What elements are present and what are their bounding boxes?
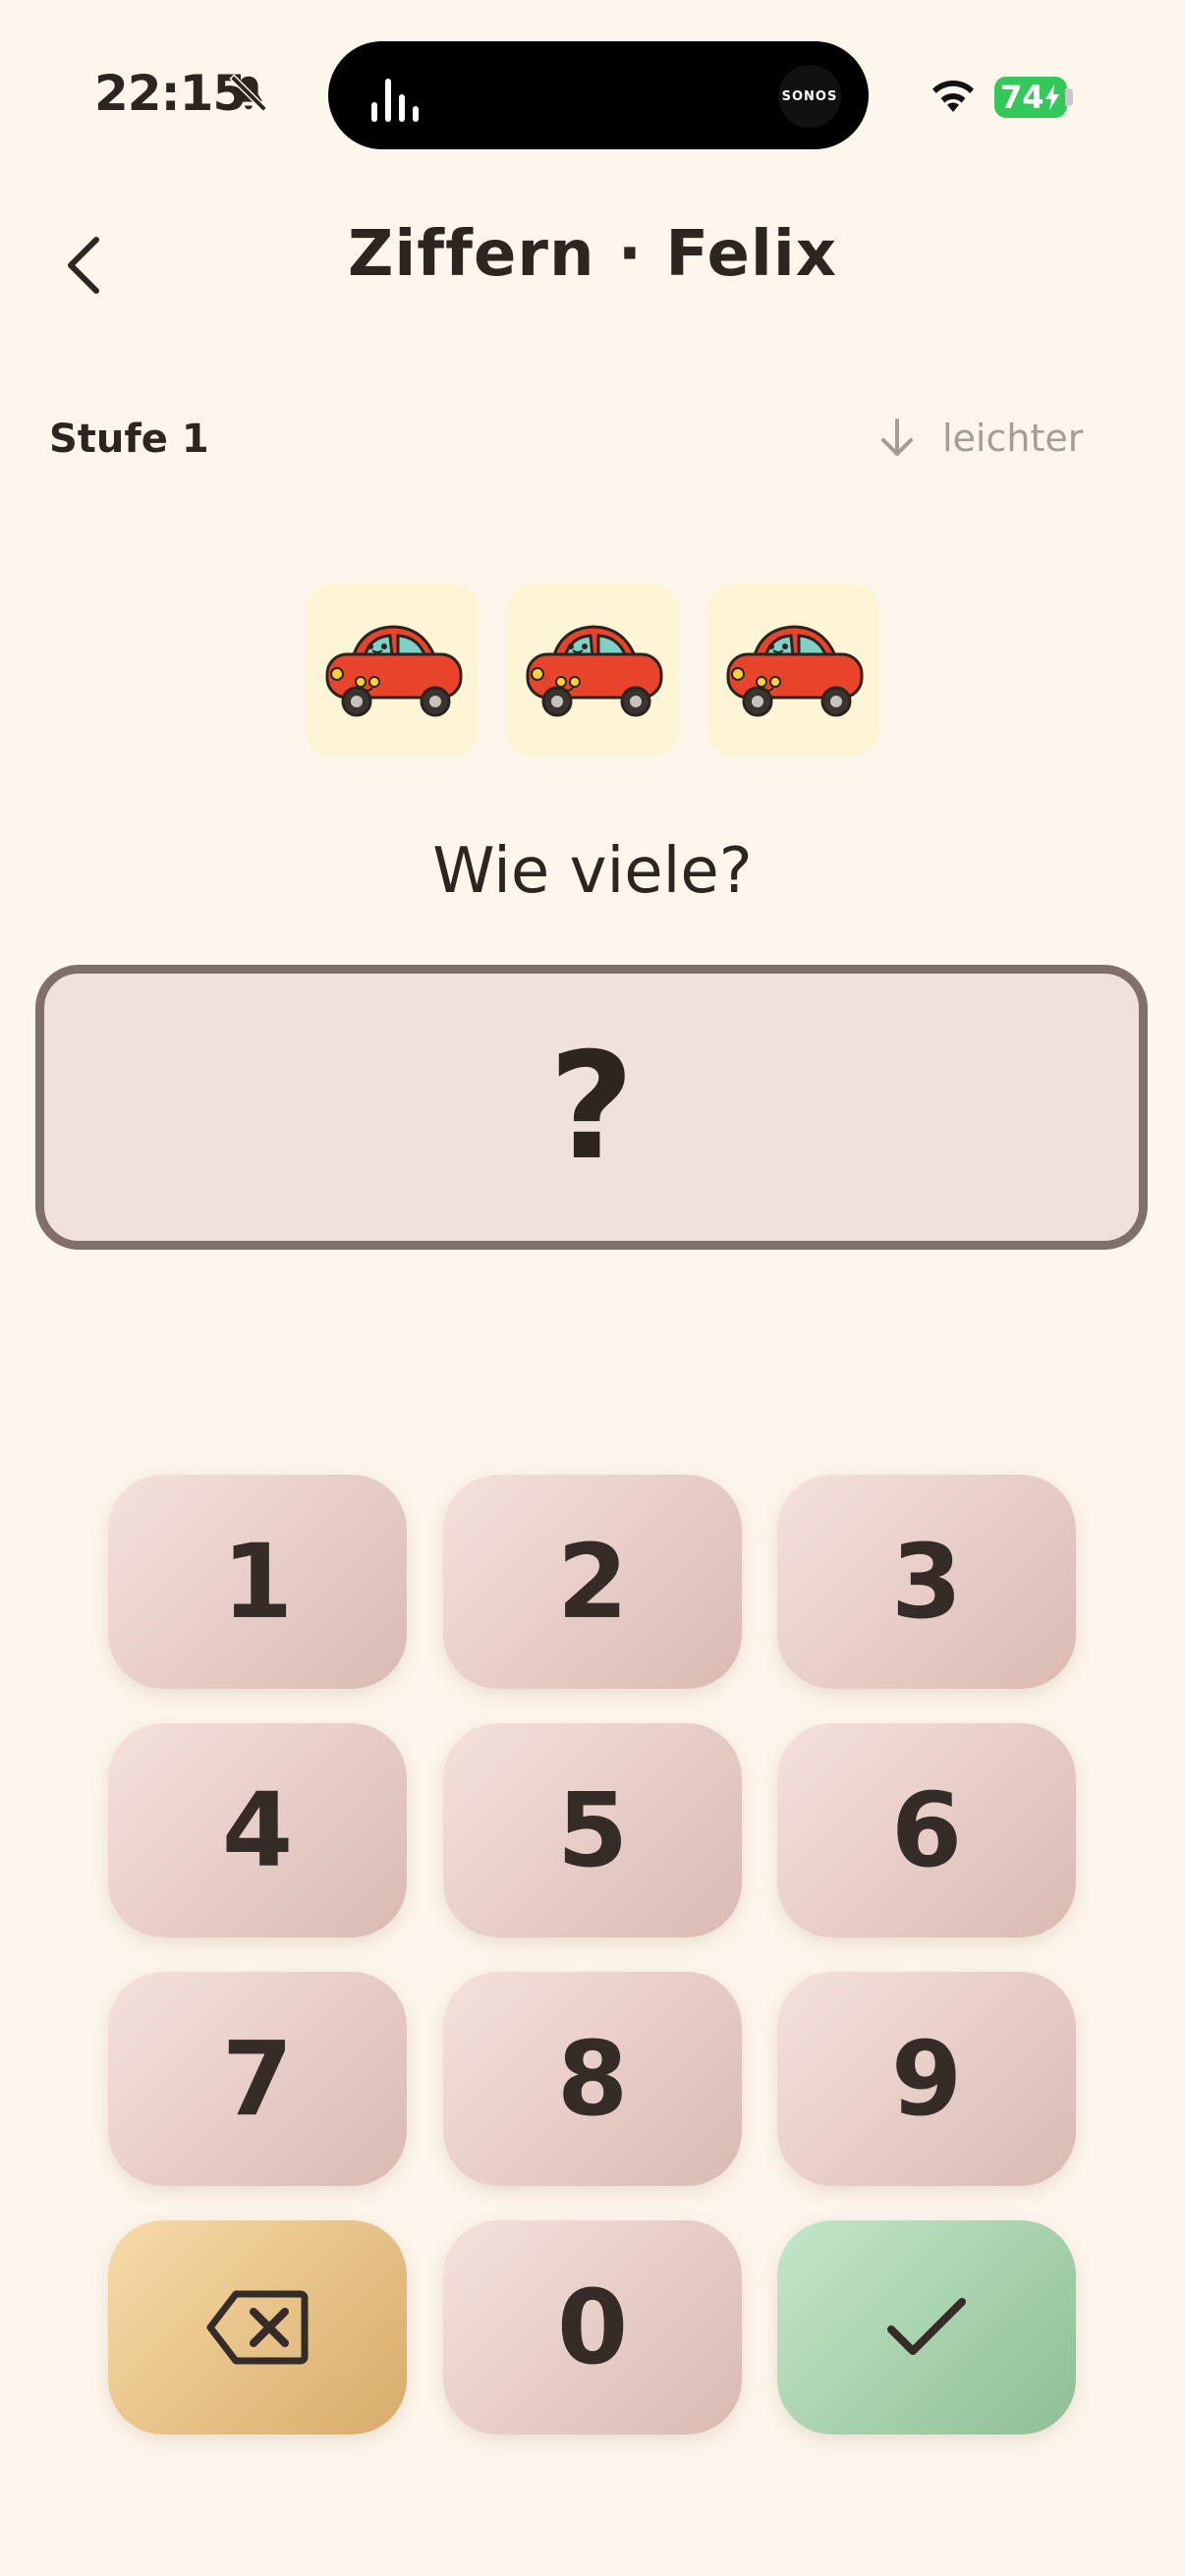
bell-muted-icon xyxy=(229,74,268,113)
level-label: Stufe 1 xyxy=(49,417,209,462)
key-2[interactable]: 2 xyxy=(443,1475,742,1689)
key-8[interactable]: 8 xyxy=(443,1972,742,2186)
counting-item-tile xyxy=(506,584,679,756)
question-prompt: Wie viele? xyxy=(432,835,753,908)
audio-bars-icon xyxy=(371,79,419,122)
answer-display: ? xyxy=(35,965,1148,1250)
battery-tip xyxy=(1065,88,1073,106)
key-5[interactable]: 5 xyxy=(443,1723,742,1937)
page-title: Ziffern · Felix xyxy=(347,218,838,291)
backspace-icon xyxy=(206,2290,309,2365)
car-icon xyxy=(726,625,864,717)
check-icon xyxy=(887,2298,966,2355)
battery-level: 74 xyxy=(1000,79,1044,116)
status-time: 22:15 xyxy=(94,65,247,122)
answer-value: ? xyxy=(548,1022,635,1193)
battery-indicator: 74 xyxy=(994,77,1067,118)
delete-button[interactable] xyxy=(108,2220,407,2435)
key-7[interactable]: 7 xyxy=(108,1972,407,2186)
arrow-down-icon xyxy=(881,419,913,456)
car-icon xyxy=(325,625,463,717)
charging-bolt-icon xyxy=(1044,84,1059,110)
key-1[interactable]: 1 xyxy=(108,1475,407,1689)
key-9[interactable]: 9 xyxy=(777,1972,1076,2186)
easier-label: leichter xyxy=(942,417,1084,460)
counting-item-tile xyxy=(306,584,479,756)
car-icon xyxy=(526,625,663,717)
dynamic-island[interactable]: SONOS xyxy=(328,41,869,149)
wifi-icon xyxy=(932,81,974,112)
sonos-logo: SONOS xyxy=(778,65,841,128)
easier-button[interactable]: leichter xyxy=(877,417,1083,460)
key-0[interactable]: 0 xyxy=(443,2220,742,2435)
key-3[interactable]: 3 xyxy=(777,1475,1076,1689)
key-6[interactable]: 6 xyxy=(777,1723,1076,1937)
key-4[interactable]: 4 xyxy=(108,1723,407,1937)
confirm-button[interactable] xyxy=(777,2220,1076,2435)
counting-item-tile xyxy=(706,584,879,756)
